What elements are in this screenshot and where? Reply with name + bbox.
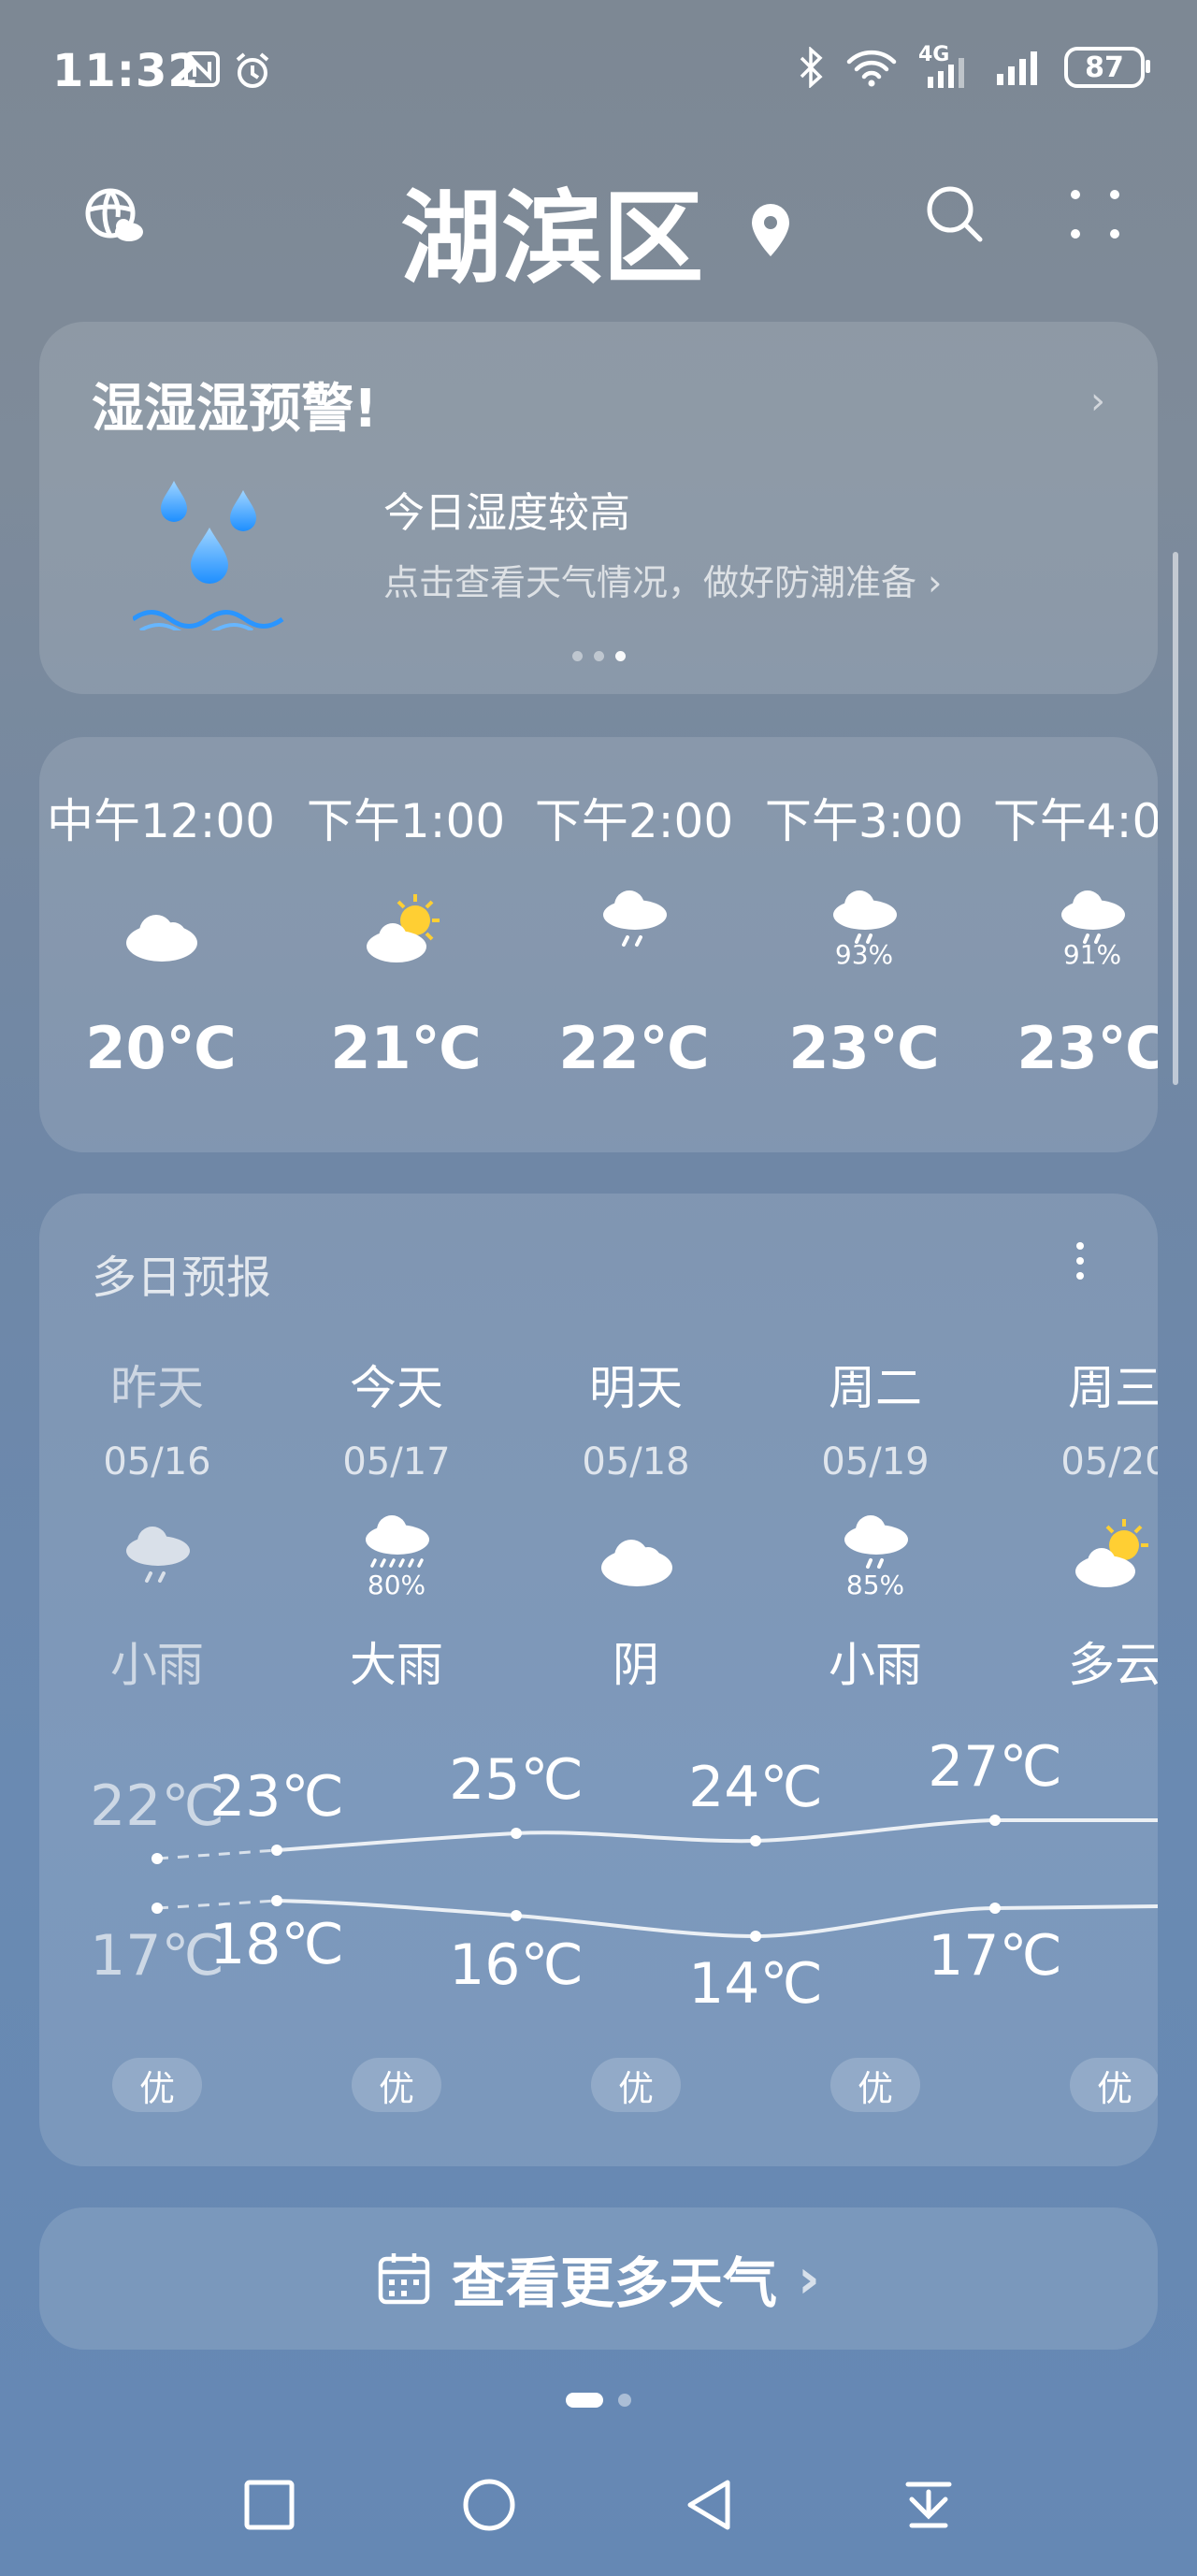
alert-carousel-dots <box>39 651 1158 661</box>
high-temp: 27℃ <box>928 1734 1062 1800</box>
hour-temp: 21℃ <box>330 1014 482 1082</box>
temperature-curve <box>151 1815 1158 1942</box>
alert-detail-link[interactable]: 点击查看天气情况，做好防潮准备 › <box>383 554 942 605</box>
low-temp: 18℃ <box>209 1912 344 1977</box>
hour-time: 下午4:00 <box>992 794 1158 848</box>
page-indicator <box>0 2393 1197 2408</box>
wifi-icon <box>846 50 897 87</box>
low-temp: 14℃ <box>688 1951 823 2017</box>
home-icon[interactable] <box>461 2477 517 2533</box>
hour-temp: 20℃ <box>85 1014 237 1082</box>
low-temp: 16℃ <box>449 1932 584 1998</box>
water-drops-icon <box>133 481 284 630</box>
chevron-right-icon: › <box>928 562 943 603</box>
signal-icon <box>997 51 1037 85</box>
alarm-icon <box>236 52 269 88</box>
aqi-badge: 优 <box>112 2058 202 2112</box>
view-more-weather-button[interactable]: 查看更多天气 › <box>39 2207 1158 2350</box>
battery-icon: 87 <box>1064 47 1150 88</box>
high-temp: 24℃ <box>688 1755 823 1820</box>
recent-apps-icon[interactable] <box>241 2477 297 2533</box>
hour-temp: 22℃ <box>558 1014 710 1082</box>
hour-item: 下午2:00 22℃ <box>512 784 756 1082</box>
humidity-alert-card[interactable]: 湿湿湿预警! › 今日湿度较高 点击查看天气情况，做好防潮准备 › <box>39 322 1158 694</box>
hour-time: 下午1:00 <box>306 794 506 848</box>
view-more-label: 查看更多天气 <box>452 2251 778 2315</box>
light-rain-icon <box>603 890 667 947</box>
back-icon[interactable] <box>681 2477 737 2533</box>
hour-item: 中午12:00 20℃ <box>39 784 282 1082</box>
chevron-right-icon: › <box>798 2247 820 2310</box>
partly-sunny-icon <box>367 894 440 962</box>
hour-item: 下午1:00 21℃ <box>284 784 527 1082</box>
location-pin-icon <box>751 204 789 256</box>
chevron-right-icon: › <box>1090 380 1105 423</box>
status-time: 11:32 <box>52 45 200 97</box>
hour-item: 下午3:00 93% 23℃ <box>743 784 986 1082</box>
alert-message: 今日湿度较高 <box>383 489 630 537</box>
low-temp: 17℃ <box>928 1923 1062 1989</box>
notification-pull-icon[interactable] <box>901 2477 957 2533</box>
hour-time: 下午3:00 <box>764 794 964 848</box>
hourly-forecast-card[interactable]: 中午12:00 20℃ 下午1:00 21℃ 下午2:00 22℃ 下午3:00… <box>39 737 1158 1152</box>
aqi-badge: 优 <box>591 2058 681 2112</box>
hour-time: 中午12:00 <box>46 794 276 848</box>
nfc-icon <box>184 51 220 87</box>
more-menu-icon[interactable] <box>1064 183 1126 245</box>
cloudy-icon <box>126 915 197 962</box>
high-temp: 25℃ <box>449 1747 584 1813</box>
location-title[interactable]: 湖滨区 <box>0 157 1197 303</box>
precip-chance: 93% <box>834 939 894 970</box>
precip-chance: 91% <box>1062 939 1122 970</box>
aqi-badge: 优 <box>1070 2058 1158 2112</box>
scrollbar[interactable] <box>1173 552 1178 1085</box>
search-icon[interactable] <box>924 183 986 245</box>
location-name: 湖滨区 <box>400 181 704 297</box>
navigation-bar <box>0 2477 1197 2533</box>
alert-detail-text: 点击查看天气情况，做好防潮准备 <box>383 562 917 603</box>
alert-title: 湿湿湿预警! <box>92 379 378 440</box>
high-temp: 23℃ <box>209 1764 344 1830</box>
hour-temp: 23℃ <box>788 1014 940 1082</box>
multi-day-forecast-card: 多日预报 昨天 05/16 小雨 今天 05/17 80% 大雨 明天 05/1… <box>39 1194 1158 2166</box>
aqi-badge: 优 <box>352 2058 441 2112</box>
bluetooth-icon <box>800 47 823 88</box>
hour-item: 下午4:00 91% 23℃ <box>971 784 1158 1082</box>
hour-temp: 23℃ <box>1017 1014 1158 1082</box>
aqi-badge: 优 <box>830 2058 920 2112</box>
hour-time: 下午2:00 <box>534 794 734 848</box>
calendar-icon <box>378 2253 430 2305</box>
cellular-4g-icon: 4G <box>918 43 974 88</box>
